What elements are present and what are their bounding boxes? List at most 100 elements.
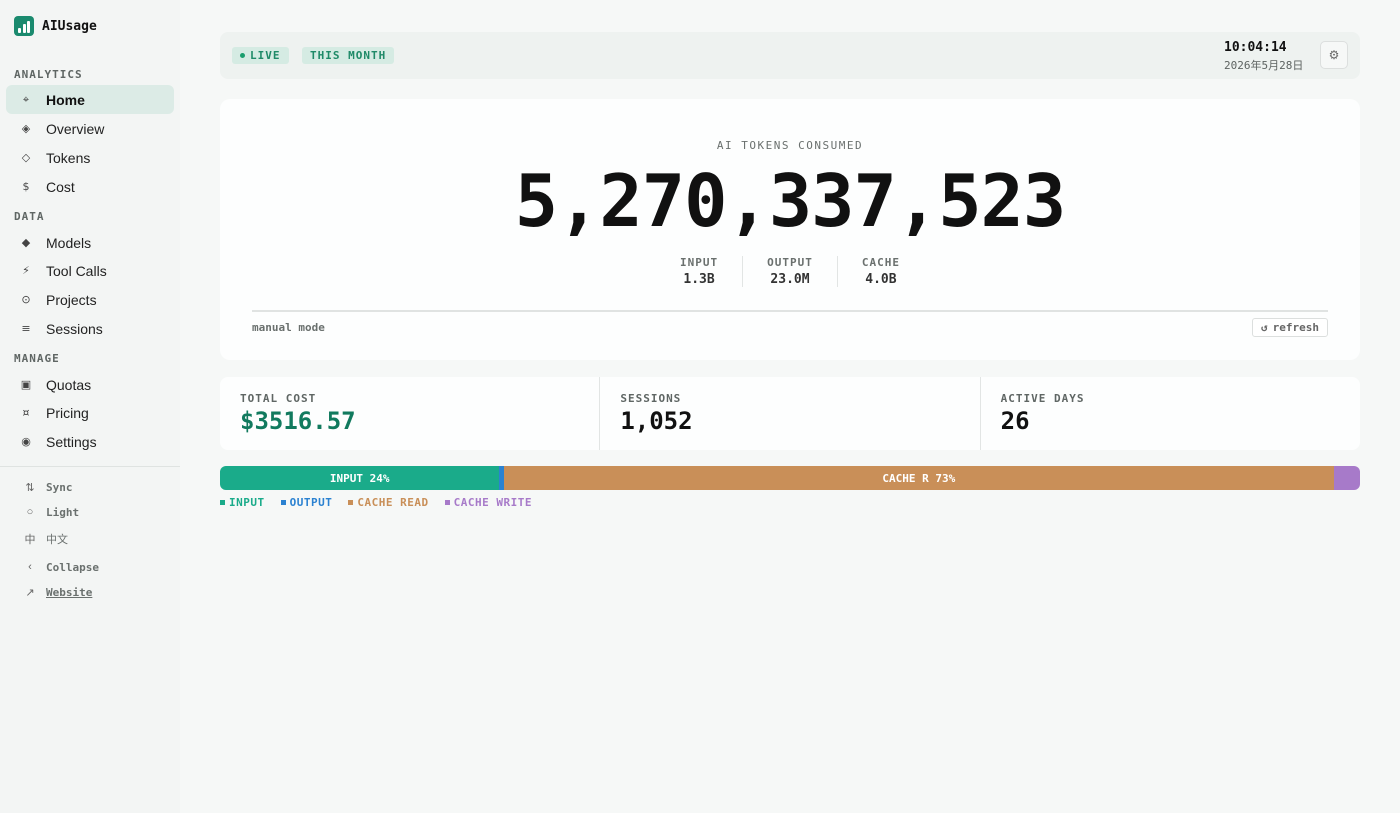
diamond-dot-icon: ◈ [21, 122, 31, 135]
sidebar-item-label: Home [46, 91, 85, 108]
website-label: Website [46, 585, 93, 599]
stat-total-cost: TOTAL COST $3516.57 [220, 377, 599, 450]
sidebar-item-tool-calls[interactable]: ⚡ Tool Calls [6, 256, 174, 285]
live-badge: LIVE [232, 47, 289, 64]
breakdown-value: 23.0M [770, 272, 810, 287]
bar-chart-logo-icon [14, 16, 34, 36]
refresh-label: refresh [1272, 321, 1319, 334]
legend-item: OUTPUT [280, 496, 333, 509]
period-label: THIS MONTH [310, 49, 387, 62]
section-label-analytics: ANALYTICS [14, 68, 83, 81]
composition-segment-cache-read: CACHE R 73% [503, 466, 1334, 490]
website-link[interactable]: ↗ Website [14, 582, 174, 602]
square-icon: ▣ [20, 378, 32, 391]
stat-active-days: ACTIVE DAYS 26 [979, 377, 1360, 450]
sync-icon: ⇅ [25, 481, 35, 494]
circle-icon: ○ [26, 506, 34, 518]
collapse-label: Collapse [46, 560, 99, 574]
sync-label: Sync [46, 480, 73, 494]
sidebar-item-label: Quotas [46, 376, 92, 393]
legend-item: INPUT [220, 496, 265, 509]
collapse-button[interactable]: ‹ Collapse [14, 557, 174, 577]
breakdown-cache: CACHE 4.0B [836, 256, 924, 287]
lightning-icon: ⚡ [22, 264, 30, 277]
refresh-button[interactable]: ↺ refresh [1252, 318, 1328, 337]
live-dot-icon [240, 53, 245, 58]
sidebar-item-label: Pricing [46, 404, 89, 421]
target-icon: ⊙ [21, 293, 31, 306]
tokens-hero-card: AI TOKENS CONSUMED 5,270,337,523 INPUT 1… [220, 99, 1360, 360]
token-breakdown: INPUT 1.3B OUTPUT 23.0M CACHE 4.0B [220, 256, 1360, 287]
sidebar-item-models[interactable]: ◆ Models [6, 228, 174, 257]
breakdown-label: OUTPUT [767, 256, 813, 269]
composition-legend: INPUT OUTPUT CACHE READ CACHE WRITE [220, 496, 532, 509]
period-badge[interactable]: THIS MONTH [302, 47, 395, 64]
legend-label: INPUT [229, 496, 265, 509]
sidebar-item-label: Models [46, 234, 92, 251]
token-composition-bar: INPUT 24% CACHE R 73% [220, 466, 1360, 490]
sidebar-item-home[interactable]: ⌖ Home [6, 85, 174, 114]
sidebar-item-cost[interactable]: $ Cost [6, 172, 174, 201]
stat-label: SESSIONS [620, 392, 682, 405]
language-toggle[interactable]: 中 中文 [14, 529, 174, 549]
list-icon: ≡ [21, 322, 31, 335]
sidebar-item-sessions[interactable]: ≡ Sessions [6, 314, 174, 343]
breakdown-value: 4.0B [865, 272, 897, 287]
legend-item: CACHE WRITE [444, 496, 532, 509]
stat-label: TOTAL COST [240, 392, 317, 405]
stat-value: 26 [1000, 407, 1030, 435]
sidebar-item-label: Tool Calls [46, 262, 107, 279]
mode-text: manual mode [252, 321, 325, 334]
breakdown-label: CACHE [861, 256, 900, 269]
sidebar-item-label: Projects [46, 291, 97, 308]
clock-time: 10:04:14 [1224, 40, 1287, 55]
breakdown-input: INPUT 1.3B [656, 256, 742, 287]
breakdown-output: OUTPUT 23.0M [742, 256, 837, 287]
currency-icon: ¤ [22, 406, 30, 419]
legend-swatch [280, 500, 286, 505]
sidebar-item-projects[interactable]: ⊙ Projects [6, 285, 174, 314]
external-link-icon: ↗ [25, 586, 35, 599]
crosshair-icon: ⌖ [22, 92, 30, 106]
theme-label: Light [46, 505, 80, 519]
section-label-data: DATA [14, 210, 45, 223]
sync-button[interactable]: ⇅ Sync [14, 477, 174, 497]
sidebar: AIUsage ANALYTICS ⌖ Home ◈ Overview ◇ To… [0, 0, 180, 813]
refresh-icon: ↺ [1261, 321, 1268, 334]
sidebar-item-settings[interactable]: ◉ Settings [6, 427, 174, 456]
gear-icon: ⚙ [1328, 48, 1340, 62]
hero-divider [252, 310, 1328, 312]
sidebar-item-tokens[interactable]: ◇ Tokens [6, 143, 174, 172]
legend-label: CACHE WRITE [453, 496, 532, 509]
legend-swatch [348, 500, 354, 505]
stat-value: 1,052 [620, 407, 693, 435]
legend-label: CACHE READ [357, 496, 429, 509]
dollar-icon: $ [22, 180, 30, 193]
brand[interactable]: AIUsage [14, 16, 97, 36]
diamond-filled-icon: ◆ [21, 236, 31, 249]
legend-label: OUTPUT [289, 496, 333, 509]
breakdown-value: 1.3B [683, 272, 715, 287]
sidebar-item-label: Sessions [46, 320, 103, 337]
chevron-left-icon: ‹ [28, 561, 32, 573]
diamond-outline-icon: ◇ [21, 151, 31, 164]
section-label-manage: MANAGE [14, 352, 60, 365]
sidebar-item-label: Cost [46, 178, 75, 195]
sidebar-item-label: Overview [46, 120, 105, 137]
sidebar-item-label: Tokens [46, 149, 91, 166]
total-tokens: 5,270,337,523 [514, 159, 1067, 243]
sidebar-item-overview[interactable]: ◈ Overview [6, 114, 174, 143]
hero-label: AI TOKENS CONSUMED [716, 139, 864, 152]
brand-name: AIUsage [42, 18, 97, 34]
legend-swatch [220, 500, 225, 505]
theme-toggle[interactable]: ○ Light [14, 502, 174, 522]
stats-row: TOTAL COST $3516.57 SESSIONS 1,052 ACTIV… [220, 377, 1360, 450]
stat-sessions: SESSIONS 1,052 [599, 377, 979, 450]
sidebar-item-quotas[interactable]: ▣ Quotas [6, 370, 174, 399]
language-icon: 中 [24, 534, 36, 546]
settings-button[interactable]: ⚙ [1320, 41, 1348, 69]
top-bar: LIVE THIS MONTH 10:04:14 2026年5月28日 ⚙ [220, 32, 1360, 79]
composition-segment-input: INPUT 24% [220, 466, 500, 490]
sidebar-item-pricing[interactable]: ¤ Pricing [6, 398, 174, 427]
legend-swatch [444, 500, 450, 505]
